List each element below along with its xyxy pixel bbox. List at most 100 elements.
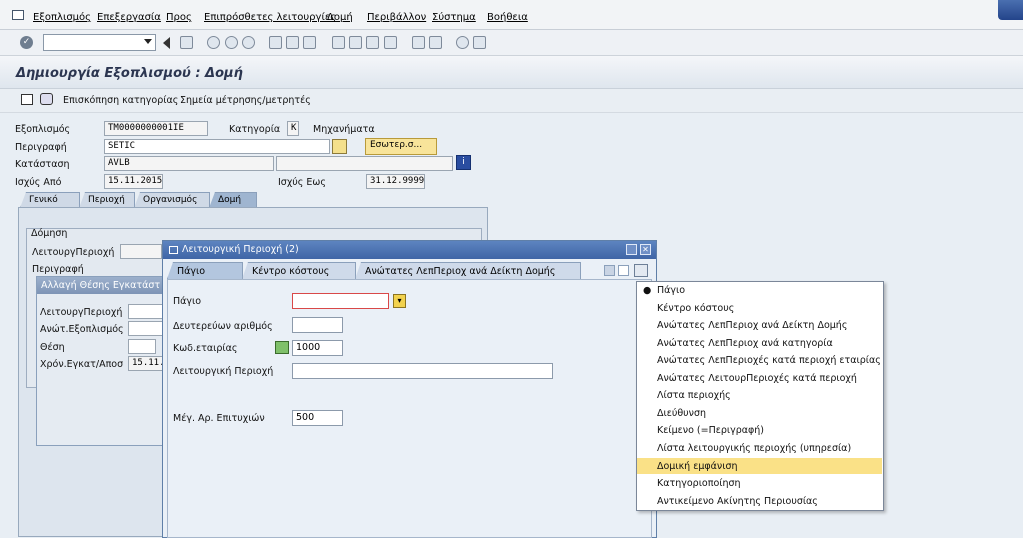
chevron-down-icon[interactable]: [144, 39, 152, 44]
dropdown-item[interactable]: Πάγιο: [657, 285, 685, 296]
sub-func-loc-label: ΛειτουργΠεριοχή: [40, 307, 123, 318]
display-change-icon[interactable]: [21, 94, 33, 105]
secondary-input[interactable]: [292, 317, 343, 333]
tab-list-icon[interactable]: [634, 264, 648, 277]
page-title: Δημιουργία Εξοπλισμού : Δομή: [16, 66, 243, 81]
asset-label: Πάγιο: [173, 296, 202, 307]
sub-position-field[interactable]: [128, 339, 156, 354]
tab-structure[interactable]: Δομή: [209, 192, 257, 208]
first-page-icon[interactable]: [332, 36, 345, 49]
menu-help[interactable]: Βοήθεια: [487, 12, 528, 23]
secondary-label: Δευτερεύων αριθμός: [173, 321, 273, 332]
valid-to-label: Ισχύς Εως: [278, 177, 326, 188]
menu-edit[interactable]: Επεξεργασία: [97, 12, 161, 23]
dropdown-item[interactable]: Κέντρο κόστους: [657, 303, 734, 314]
dropdown-item[interactable]: Κείμενο (=Περιγραφή): [657, 425, 764, 436]
sub-parent-field[interactable]: [128, 321, 164, 336]
sub-position-label: Θέση: [40, 342, 65, 353]
dropdown-item[interactable]: Ανώτατες ΛεπΠεριοχ ανά Δείκτη Δομής: [657, 320, 847, 331]
tab-general[interactable]: Γενικό: [20, 192, 80, 208]
dropdown-item[interactable]: Ανώτατες ΛεπΠεριοχές κατά περιοχή εταιρί…: [657, 355, 881, 366]
print-icon[interactable]: [269, 36, 282, 49]
dropdown-item[interactable]: Διεύθυνση: [657, 408, 706, 419]
tab-organization[interactable]: Οργανισμός: [134, 192, 210, 208]
category-field[interactable]: K: [287, 121, 299, 136]
dropdown-item[interactable]: Λίστα περιοχής: [657, 390, 731, 401]
measuring-points-button[interactable]: Σημεία μέτρησης/μετρητές: [180, 95, 311, 106]
save-icon[interactable]: [180, 36, 193, 49]
tab-prev-icon[interactable]: [604, 265, 615, 276]
sap-menu-icon[interactable]: [12, 10, 24, 20]
dropdown-item[interactable]: Κατηγοριοποίηση: [657, 478, 741, 489]
internal-note-button[interactable]: Εσωτερ.σ...: [365, 138, 437, 155]
info-icon[interactable]: i: [456, 155, 471, 170]
status-label: Κατάσταση: [15, 159, 70, 170]
menu-equipment[interactable]: Εξοπλισμός: [33, 12, 91, 23]
structure-frame-title: Δόμηση: [31, 228, 68, 239]
enter-icon[interactable]: ✓: [20, 36, 33, 49]
sub-time-field[interactable]: 15.11.: [128, 356, 164, 371]
company-label: Κωδ.εταιρίας: [173, 343, 238, 354]
search-help-icon[interactable]: ▾: [393, 294, 406, 308]
dialog-tab-cost-center[interactable]: Κέντρο κόστους: [242, 262, 356, 279]
dialog-title: Λειτουργική Περιοχή (2): [163, 241, 656, 259]
cancel-icon[interactable]: [242, 36, 255, 49]
sub-func-loc-field[interactable]: [128, 304, 164, 319]
dialog-icon: [169, 245, 178, 254]
class-overview-button[interactable]: Επισκόπηση κατηγορίας: [63, 95, 178, 106]
shortcut-icon[interactable]: [429, 36, 442, 49]
back-icon[interactable]: [163, 37, 170, 49]
exit-icon[interactable]: [225, 36, 238, 49]
description-field[interactable]: SETIC: [104, 139, 330, 154]
tab-next-icon[interactable]: [618, 265, 629, 276]
last-page-icon[interactable]: [384, 36, 397, 49]
category-label: Κατηγορία: [229, 124, 281, 135]
next-page-icon[interactable]: [366, 36, 379, 49]
status-field[interactable]: AVLB: [104, 156, 274, 171]
sub-time-label: Χρόν.Εγκατ/Αποσ: [40, 359, 124, 370]
layout-icon[interactable]: [473, 36, 486, 49]
asset-input[interactable]: [292, 293, 389, 309]
func-loc-label: ΛειτουργΠεριοχή: [32, 247, 115, 258]
sub-parent-label: Ανώτ.Εξοπλισμός: [40, 324, 124, 335]
dialog-tab-superior[interactable]: Ανώτατες ΛεπΠεριοχ ανά Δείκτη Δομής: [355, 262, 581, 279]
dropdown-item[interactable]: Λίστα λειτουργικής περιοχής (υπηρεσία): [657, 443, 851, 454]
equal-select-icon[interactable]: [275, 341, 289, 354]
valid-from-field[interactable]: 15.11.2015: [104, 174, 163, 189]
close-icon[interactable]: ✕: [640, 244, 651, 255]
status-extra-field: [276, 156, 453, 171]
equipment-label: Εξοπλισμός: [15, 124, 71, 135]
menu-goto[interactable]: Προς: [166, 12, 192, 23]
minimize-icon[interactable]: [626, 244, 637, 255]
valid-from-label: Ισχύς Από: [15, 177, 62, 188]
max-hits-input[interactable]: 500: [292, 410, 343, 426]
command-field[interactable]: [43, 34, 156, 51]
func-area-input[interactable]: [292, 363, 553, 379]
equipment-field[interactable]: TM0000000001IE: [104, 121, 208, 136]
max-hits-label: Μέγ. Αρ. Επιτυχιών: [173, 413, 265, 424]
tab-location[interactable]: Περιοχή: [79, 192, 135, 208]
menu-system[interactable]: Σύστημα: [432, 12, 476, 23]
dialog-tab-asset[interactable]: Πάγιο: [167, 262, 243, 279]
menu-structure[interactable]: Δομή: [327, 12, 353, 23]
valid-to-field[interactable]: 31.12.9999: [366, 174, 425, 189]
new-session-icon[interactable]: [412, 36, 425, 49]
find-next-icon[interactable]: [303, 36, 316, 49]
dropdown-item[interactable]: Αντικείμενο Ακίνητης Περιουσίας: [657, 496, 818, 507]
func-loc-field[interactable]: [120, 244, 162, 259]
back-nav-icon[interactable]: [207, 36, 220, 49]
menu-extras[interactable]: Επιπρόσθετες λειτουργίες: [204, 12, 336, 23]
menu-environment[interactable]: Περιβάλλον: [367, 12, 426, 23]
find-icon[interactable]: [286, 36, 299, 49]
dropdown-item[interactable]: Ανώτατες ΛεπΠεριοχ ανά κατηγορία: [657, 338, 833, 349]
edit-text-icon[interactable]: [332, 139, 347, 154]
dropdown-item-selected[interactable]: Δομική εμφάνιση: [657, 461, 737, 472]
dialog-title-text: Λειτουργική Περιοχή (2): [182, 244, 299, 255]
window-control[interactable]: [998, 0, 1023, 20]
help-icon[interactable]: [456, 36, 469, 49]
change-installation-title: Αλλαγή Θέσης Εγκατάστ: [37, 277, 163, 294]
prev-page-icon[interactable]: [349, 36, 362, 49]
classification-icon[interactable]: [40, 93, 53, 105]
dropdown-item[interactable]: Ανώτατες ΛειτουρΠεριοχές κατά περιοχή: [657, 373, 857, 384]
company-input[interactable]: 1000: [292, 340, 343, 356]
